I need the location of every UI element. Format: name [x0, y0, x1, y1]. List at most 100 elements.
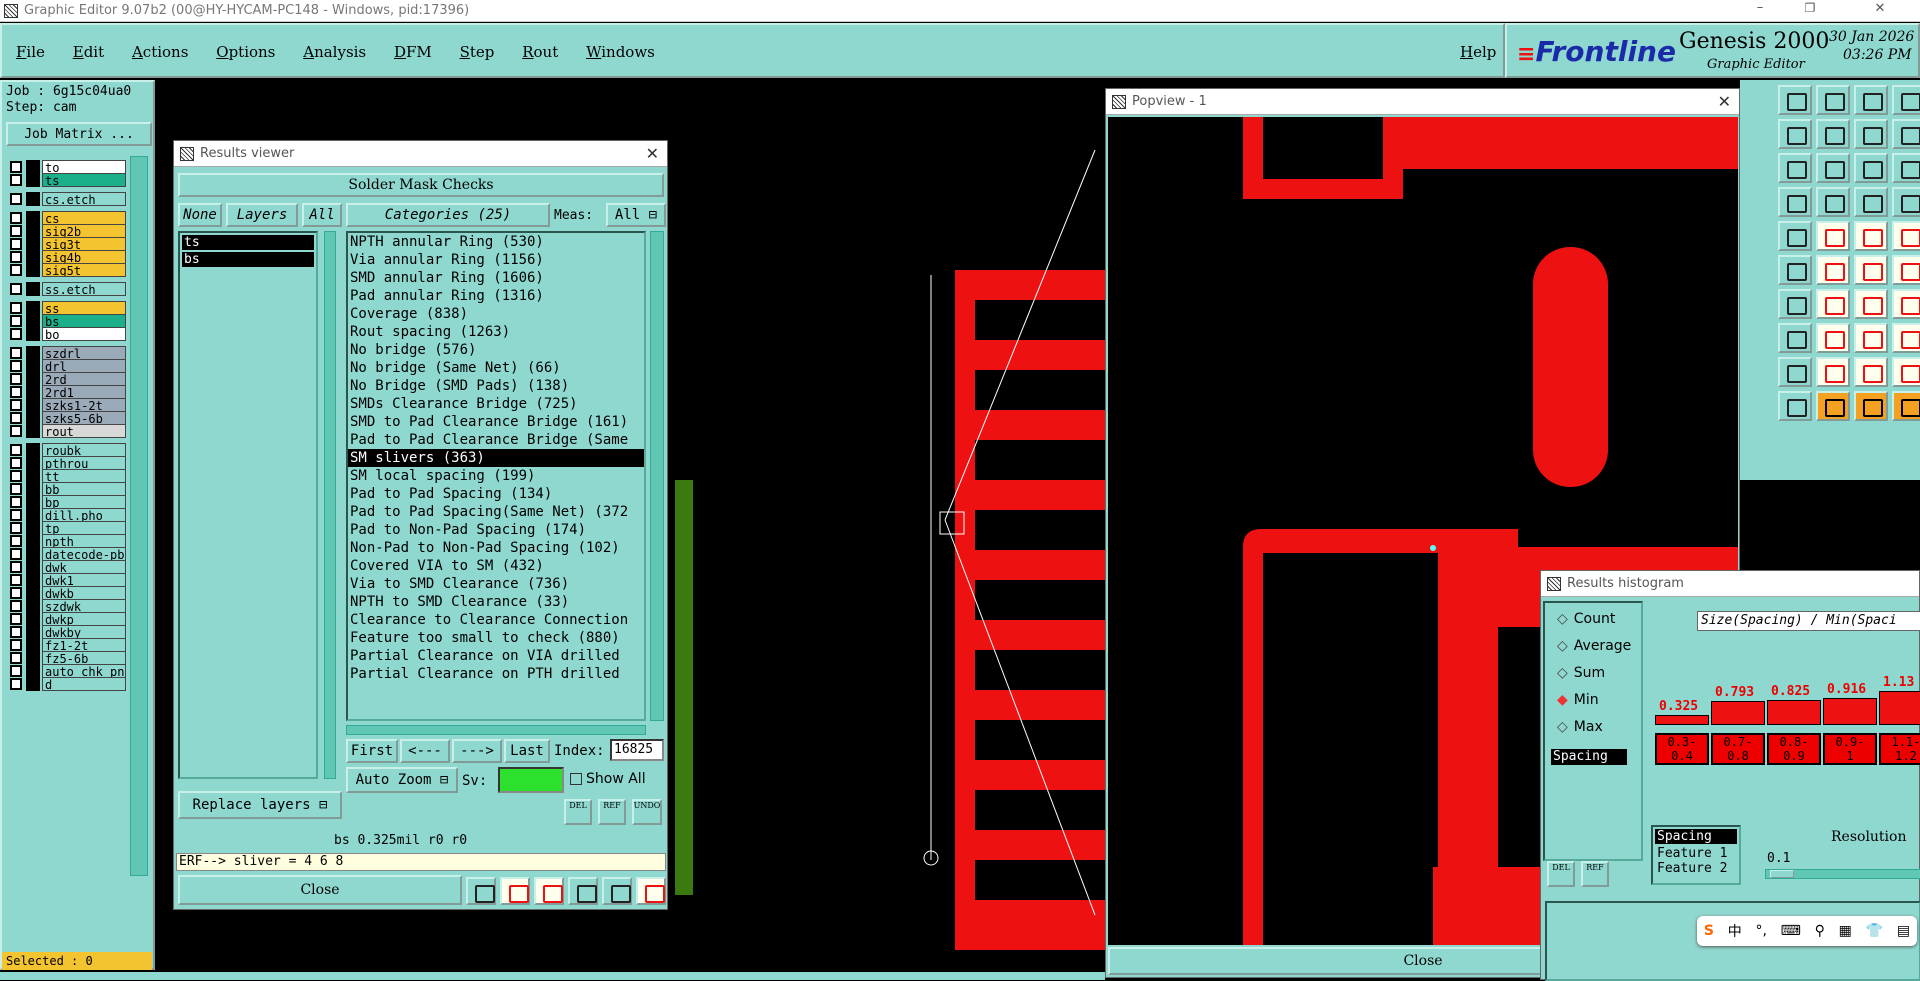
- ime-logo-icon[interactable]: S: [1704, 923, 1714, 939]
- layer-checkbox[interactable]: [10, 225, 22, 237]
- option-sum[interactable]: Sum: [1557, 665, 1605, 681]
- layer-checkbox[interactable]: [10, 174, 22, 186]
- ime-punctuation-icon[interactable]: °,: [1755, 923, 1766, 939]
- meas-select[interactable]: All ⊟: [606, 203, 666, 227]
- results-viewer-close-icon[interactable]: ✕: [646, 144, 659, 163]
- attr-list[interactable]: Spacing Feature 1 Feature 2: [1651, 825, 1741, 885]
- category-item[interactable]: Pad to Pad Clearance Bridge (Same: [348, 431, 644, 449]
- layer-name[interactable]: dwkp: [42, 612, 126, 626]
- layer-checkbox[interactable]: [10, 347, 22, 359]
- category-item[interactable]: SMDs Clearance Bridge (725): [348, 395, 644, 413]
- window-icon[interactable]: [1892, 85, 1920, 115]
- zoom-icon[interactable]: [1854, 119, 1888, 149]
- minimize-button[interactable]: –: [1740, 0, 1780, 22]
- layer-name[interactable]: szdrl: [42, 346, 126, 360]
- attr-item-feature2[interactable]: Feature 2: [1655, 861, 1737, 876]
- resolution-slider-thumb[interactable]: [1770, 870, 1794, 878]
- flip-icon[interactable]: [1854, 289, 1888, 319]
- layer-name[interactable]: rout: [42, 424, 126, 438]
- layer-checkbox[interactable]: [10, 548, 22, 560]
- layer-row[interactable]: szdwk: [10, 599, 126, 613]
- layer-checkbox[interactable]: [10, 652, 22, 664]
- snap-icon[interactable]: [1816, 357, 1850, 387]
- job-matrix-button[interactable]: Job Matrix ...: [6, 122, 152, 146]
- scale-icon[interactable]: [1778, 153, 1812, 183]
- layer-checkbox[interactable]: [10, 251, 22, 263]
- pan-icon[interactable]: [1892, 119, 1920, 149]
- first-button[interactable]: First: [346, 739, 398, 763]
- layer-name[interactable]: tt: [42, 469, 126, 483]
- move-icon[interactable]: [1854, 255, 1888, 285]
- category-item[interactable]: Covered VIA to SM (432): [348, 557, 644, 575]
- measure-icon[interactable]: [1892, 391, 1920, 421]
- open-icon[interactable]: [1778, 85, 1812, 115]
- cut-icon[interactable]: [1816, 255, 1850, 285]
- layer-name[interactable]: datecode-pbe: [42, 547, 126, 561]
- histogram-bar[interactable]: [1711, 701, 1765, 725]
- layer-name[interactable]: dwk1: [42, 573, 126, 587]
- category-item[interactable]: Partial Clearance on PTH drilled: [348, 665, 644, 683]
- zoom-icon[interactable]: [1854, 357, 1888, 387]
- layer-row[interactable]: roubk: [10, 443, 126, 457]
- snap-icon[interactable]: [1816, 119, 1850, 149]
- category-item[interactable]: No bridge (Same Net) (66): [348, 359, 644, 377]
- grid-icon[interactable]: [1854, 153, 1888, 183]
- layer-row[interactable]: fz5-6b: [10, 651, 126, 665]
- menu-rout[interactable]: Rout: [522, 43, 558, 61]
- layer-name[interactable]: npth: [42, 534, 126, 548]
- last-button[interactable]: Last: [504, 739, 550, 763]
- route-icon[interactable]: [1892, 187, 1920, 217]
- grid-icon[interactable]: [1854, 391, 1888, 421]
- categories-list[interactable]: NPTH annular Ring (530) Via annular Ring …: [346, 231, 646, 721]
- restore-button[interactable]: ❐: [1790, 1, 1830, 23]
- layer-name[interactable]: szdwk: [42, 599, 126, 613]
- category-item[interactable]: NPTH to SMD Clearance (33): [348, 593, 644, 611]
- layer-checkbox[interactable]: [10, 212, 22, 224]
- layer-name[interactable]: 2rd1: [42, 385, 126, 399]
- ime-grid-icon[interactable]: ▦: [1839, 923, 1852, 939]
- results-layer-item[interactable]: ts: [182, 235, 314, 250]
- results-close-button[interactable]: Close: [178, 875, 462, 905]
- layer-checkbox[interactable]: [10, 315, 22, 327]
- layer-checkbox[interactable]: [10, 496, 22, 508]
- category-item[interactable]: Partial Clearance on VIA drilled: [348, 647, 644, 665]
- layer-checkbox[interactable]: [10, 678, 22, 690]
- category-item[interactable]: Pad to Pad Spacing(Same Net) (372: [348, 503, 644, 521]
- layer-row[interactable]: npth: [10, 534, 126, 548]
- export-icon[interactable]: [568, 877, 598, 905]
- graph-icon[interactable]: [500, 877, 530, 905]
- copy-icon[interactable]: [1892, 255, 1920, 285]
- attr-item-feature1[interactable]: Feature 1: [1655, 846, 1737, 861]
- layer-list-scrollbar[interactable]: [324, 231, 336, 779]
- layer-name[interactable]: ts: [42, 173, 126, 187]
- category-item[interactable]: Non-Pad to Non-Pad Spacing (102): [348, 539, 644, 557]
- layer-name[interactable]: sig4b: [42, 250, 126, 264]
- layer-checkbox[interactable]: [10, 360, 22, 372]
- rotate-icon[interactable]: [1778, 357, 1812, 387]
- add-icon[interactable]: [1778, 187, 1812, 217]
- layer-row[interactable]: bs: [10, 314, 126, 328]
- category-item[interactable]: Pad to Pad Spacing (134): [348, 485, 644, 503]
- layer-row[interactable]: bb: [10, 482, 126, 496]
- layer-name[interactable]: dwk: [42, 560, 126, 574]
- replace-layers-select[interactable]: Replace layers ⊟: [178, 791, 342, 819]
- ime-chinese-toggle[interactable]: 中: [1728, 921, 1742, 941]
- layer-checkbox[interactable]: [10, 470, 22, 482]
- layer-checkbox[interactable]: [10, 535, 22, 547]
- layer-checkbox[interactable]: [10, 483, 22, 495]
- rotate-icon[interactable]: [1778, 119, 1812, 149]
- layer-row[interactable]: bo: [10, 327, 126, 341]
- layer-row[interactable]: dwk1: [10, 573, 126, 587]
- popview-close-icon[interactable]: ✕: [1718, 92, 1731, 111]
- layer-row[interactable]: sig5t: [10, 263, 126, 277]
- layer-row[interactable]: bp: [10, 495, 126, 509]
- layer-checkbox[interactable]: [10, 373, 22, 385]
- layer-name[interactable]: szks5-6b: [42, 411, 126, 425]
- histogram-bar[interactable]: [1655, 715, 1709, 725]
- layer-checkbox[interactable]: [10, 509, 22, 521]
- category-item[interactable]: No bridge (576): [348, 341, 644, 359]
- layer-checkbox[interactable]: [10, 328, 22, 340]
- layer-row[interactable]: ts: [10, 173, 126, 187]
- next-button[interactable]: --->: [452, 739, 502, 763]
- measure-icon[interactable]: [1892, 153, 1920, 183]
